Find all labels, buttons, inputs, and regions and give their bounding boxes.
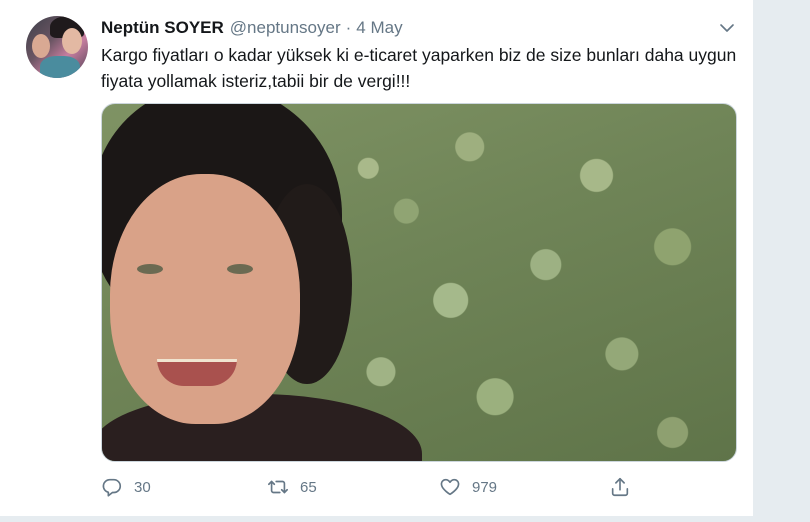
heart-icon	[440, 478, 460, 496]
tweet-actions: 30 65 979	[101, 474, 741, 500]
retweet-count: 65	[300, 478, 317, 496]
like-count: 979	[472, 478, 498, 496]
photo-person-eye-left	[137, 264, 163, 274]
reply-button[interactable]: 30	[101, 474, 151, 500]
tweet-card[interactable]: Neptün SOYER @neptunsoyer · 4 May Kargo …	[0, 0, 754, 517]
retweet-button[interactable]: 65	[267, 474, 317, 500]
chevron-down-icon[interactable]	[718, 19, 736, 37]
avatar-face-left	[32, 34, 50, 58]
avatar-shirt	[40, 56, 80, 78]
like-button[interactable]: 979	[439, 474, 497, 500]
avatar-face-right	[62, 28, 82, 54]
author-handle[interactable]: @neptunsoyer	[230, 18, 341, 38]
tweet-header: Neptün SOYER @neptunsoyer · 4 May	[101, 17, 403, 39]
tweet-photo[interactable]	[101, 103, 737, 462]
tweet-text: Kargo fiyatları o kadar yüksek ki e-tica…	[101, 45, 737, 91]
tweet-date[interactable]: 4 May	[356, 18, 402, 38]
retweet-icon	[268, 480, 288, 494]
photo-person-eye-right	[227, 264, 253, 274]
share-button[interactable]	[609, 474, 631, 500]
reply-count: 30	[134, 478, 151, 496]
reply-icon	[102, 478, 122, 497]
avatar[interactable]	[26, 16, 88, 78]
share-icon	[611, 477, 629, 497]
photo-person-face	[110, 174, 300, 424]
author-name[interactable]: Neptün SOYER	[101, 18, 224, 38]
separator-dot: ·	[345, 18, 352, 37]
